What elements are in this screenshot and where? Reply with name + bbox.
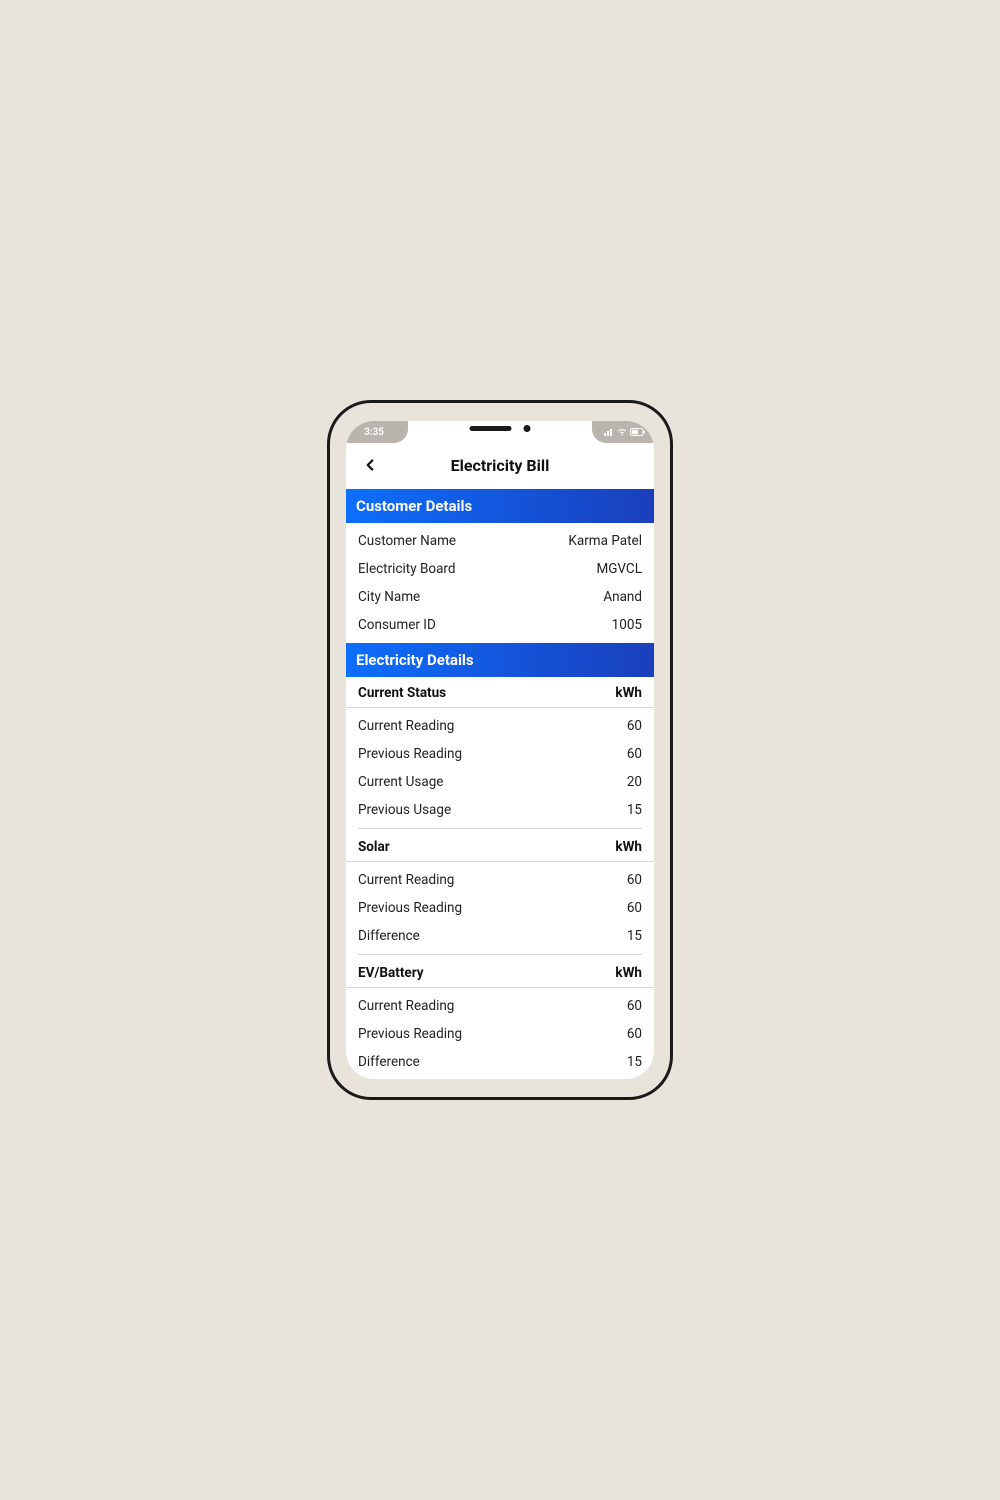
detail-row: Current Reading 60 <box>346 712 654 740</box>
detail-label: City Name <box>358 589 420 605</box>
group-heading: Current Status <box>358 685 446 701</box>
detail-label: Previous Usage <box>358 802 451 818</box>
detail-row: Current Usage 20 <box>346 768 654 796</box>
group-heading: Solar <box>358 839 390 855</box>
detail-row: Previous Reading 60 <box>346 740 654 768</box>
detail-value: 60 <box>627 900 642 916</box>
detail-label: Previous Reading <box>358 900 462 916</box>
section-header-electricity: Electricity Details <box>346 643 654 677</box>
detail-value: 1005 <box>612 617 642 633</box>
group-unit: kWh <box>615 685 642 701</box>
detail-row: Previous Reading 60 <box>346 894 654 922</box>
detail-label: Current Reading <box>358 998 454 1014</box>
detail-label: Difference <box>358 928 420 944</box>
group-ev-battery: EV/Battery kWh Current Reading 60 Previo… <box>346 957 654 1078</box>
wifi-icon <box>617 428 627 436</box>
detail-label: Consumer ID <box>358 617 436 633</box>
detail-value: 15 <box>627 928 642 944</box>
detail-row: Electricity Board MGVCL <box>346 555 654 583</box>
detail-value: 60 <box>627 1026 642 1042</box>
detail-value: 60 <box>627 998 642 1014</box>
signal-icon <box>604 428 614 436</box>
detail-label: Previous Reading <box>358 746 462 762</box>
chevron-left-icon <box>361 456 379 474</box>
notch <box>470 425 531 432</box>
status-icons <box>604 428 646 436</box>
status-time: 3:35 <box>364 427 384 438</box>
detail-row: Current Reading 60 <box>346 992 654 1020</box>
detail-row: Previous Reading 60 <box>346 1020 654 1048</box>
group-header: EV/Battery kWh <box>346 957 654 988</box>
detail-label: Current Usage <box>358 774 443 790</box>
detail-value: 20 <box>627 774 642 790</box>
section-header-customer: Customer Details <box>346 489 654 523</box>
group-current-status: Current Status kWh Current Reading 60 Pr… <box>346 677 654 831</box>
group-solar: Solar kWh Current Reading 60 Previous Re… <box>346 831 654 957</box>
customer-details-block: Customer Name Karma Patel Electricity Bo… <box>346 523 654 643</box>
front-camera <box>524 425 531 432</box>
device-frame: 3:35 Electricity Bill Customer Details <box>327 400 673 1100</box>
group-header: Solar kWh <box>346 831 654 862</box>
app-header: Electricity Bill <box>346 443 654 489</box>
detail-value: Karma Patel <box>568 533 642 549</box>
detail-value: MGVCL <box>596 561 642 577</box>
group-heading: EV/Battery <box>358 965 424 981</box>
group-header: Current Status kWh <box>346 677 654 708</box>
detail-row: Consumer ID 1005 <box>346 611 654 639</box>
detail-value: 15 <box>627 802 642 818</box>
detail-label: Customer Name <box>358 533 456 549</box>
group-unit: kWh <box>615 965 642 981</box>
detail-value: 60 <box>627 872 642 888</box>
detail-label: Current Reading <box>358 872 454 888</box>
detail-value: 60 <box>627 718 642 734</box>
detail-label: Previous Reading <box>358 1026 462 1042</box>
back-button[interactable] <box>358 453 382 477</box>
screen: 3:35 Electricity Bill Customer Details <box>346 421 654 1079</box>
page-title: Electricity Bill <box>451 456 550 475</box>
status-right-pill <box>592 421 654 443</box>
speaker-grille <box>470 426 512 431</box>
detail-row: Current Reading 60 <box>346 866 654 894</box>
detail-row: Previous Usage 15 <box>346 796 654 824</box>
group-unit: kWh <box>615 839 642 855</box>
status-bar: 3:35 <box>346 421 654 443</box>
divider <box>358 828 642 829</box>
detail-row: Customer Name Karma Patel <box>346 527 654 555</box>
detail-value: 15 <box>627 1054 642 1070</box>
detail-label: Electricity Board <box>358 561 455 577</box>
divider <box>358 954 642 955</box>
detail-row: Difference 15 <box>346 922 654 950</box>
detail-value: 60 <box>627 746 642 762</box>
detail-row: Difference 15 <box>346 1048 654 1076</box>
detail-row: City Name Anand <box>346 583 654 611</box>
detail-value: Anand <box>603 589 642 605</box>
detail-label: Current Reading <box>358 718 454 734</box>
detail-label: Difference <box>358 1054 420 1070</box>
battery-icon <box>630 428 646 436</box>
status-left-pill: 3:35 <box>346 421 408 443</box>
